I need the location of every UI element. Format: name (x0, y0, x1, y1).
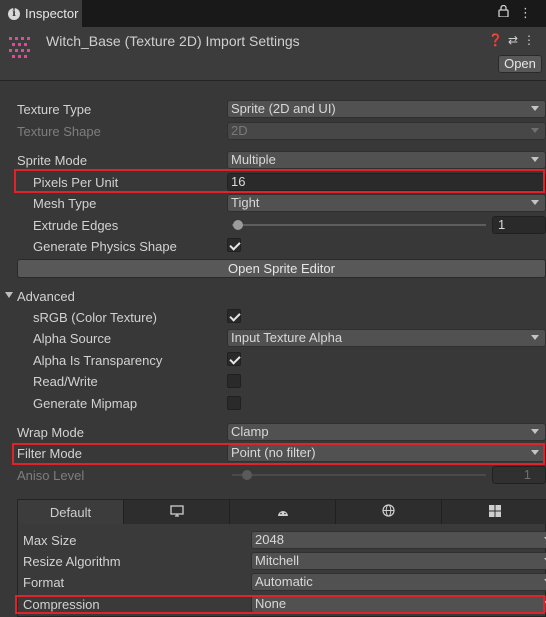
filter-mode-value: Point (no filter) (231, 445, 316, 460)
windows-icon (488, 504, 501, 520)
extrude-edges-input[interactable]: 1 (492, 216, 546, 234)
format-value: Automatic (255, 574, 313, 589)
extrude-edges-label: Extrude Edges (33, 218, 119, 233)
generate-mipmap-checkbox[interactable] (227, 396, 241, 410)
inspector-tab[interactable]: i Inspector (0, 0, 82, 27)
open-button[interactable]: Open (498, 55, 542, 73)
read-write-checkbox[interactable] (227, 374, 241, 388)
inspector-tab-bar: i Inspector ⋮ (0, 0, 546, 27)
resize-algorithm-value: Mitchell (255, 553, 300, 568)
inspector-tab-label: Inspector (25, 6, 79, 21)
info-icon: i (8, 7, 20, 20)
tab-default[interactable]: Default (18, 500, 124, 524)
pixels-per-unit-label: Pixels Per Unit (33, 175, 119, 190)
tab-standalone[interactable] (124, 500, 230, 524)
presets-icon[interactable]: ⇄ (508, 33, 523, 47)
divider (0, 80, 546, 81)
max-size-label: Max Size (23, 533, 77, 548)
tab-actions: ⋮ (498, 4, 538, 21)
platform-settings-panel: Default Max Size 2048 Resize Algorithm M… (17, 499, 546, 617)
globe-icon (382, 504, 395, 520)
sprite-mode-value: Multiple (231, 152, 276, 167)
texture-type-label: Texture Type (17, 102, 92, 117)
generate-physics-shape-label: Generate Physics Shape (33, 239, 177, 254)
srgb-checkbox[interactable] (227, 309, 241, 323)
sprite-mode-dropdown[interactable]: Multiple (227, 151, 546, 169)
chevron-down-icon (531, 335, 539, 340)
foldout-arrow-icon[interactable] (5, 292, 13, 298)
mesh-type-value: Tight (231, 195, 260, 210)
chevron-down-icon (531, 128, 539, 133)
open-sprite-editor-button[interactable]: Open Sprite Editor (17, 259, 546, 278)
chevron-down-icon (531, 429, 539, 434)
compression-dropdown[interactable]: None (251, 595, 546, 613)
header-actions: ❓⇄⋮ (488, 33, 540, 47)
help-icon[interactable]: ❓ (488, 33, 508, 47)
read-write-label: Read/Write (33, 374, 98, 389)
advanced-foldout-label[interactable]: Advanced (17, 289, 75, 304)
texture-type-dropdown[interactable]: Sprite (2D and UI) (227, 100, 546, 118)
alpha-is-transparency-checkbox[interactable] (227, 352, 241, 366)
tab-default-label: Default (49, 504, 92, 520)
wrap-mode-dropdown[interactable]: Clamp (227, 423, 546, 441)
chevron-down-icon (531, 200, 539, 205)
kebab-menu-icon[interactable]: ⋮ (523, 33, 540, 47)
wrap-mode-label: Wrap Mode (17, 425, 84, 440)
pixels-per-unit-input[interactable]: 16 (227, 173, 546, 191)
filter-mode-dropdown[interactable]: Point (no filter) (227, 444, 546, 462)
texture-shape-label: Texture Shape (17, 124, 101, 139)
srgb-label: sRGB (Color Texture) (33, 310, 158, 325)
resize-algorithm-label: Resize Algorithm (23, 554, 121, 569)
tab-webgl[interactable] (336, 500, 442, 524)
chevron-down-icon (531, 450, 539, 455)
compression-value: None (255, 596, 287, 611)
platform-tabs: Default (18, 500, 546, 524)
generate-mipmap-label: Generate Mipmap (33, 396, 138, 411)
extrude-edges-slider-handle[interactable] (233, 220, 243, 230)
alpha-is-transparency-label: Alpha Is Transparency (33, 353, 163, 368)
aniso-level-input: 1 (492, 466, 546, 484)
android-icon (276, 505, 290, 520)
texture-shape-value: 2D (231, 123, 248, 138)
tab-windows[interactable] (442, 500, 546, 524)
asset-header: Witch_Base (Texture 2D) Import Settings … (0, 27, 546, 80)
kebab-menu-icon[interactable]: ⋮ (519, 5, 538, 20)
resize-algorithm-dropdown[interactable]: Mitchell (251, 552, 546, 570)
filter-mode-label: Filter Mode (17, 446, 83, 461)
max-size-dropdown[interactable]: 2048 (251, 531, 546, 549)
texture-icon (7, 35, 31, 61)
mesh-type-label: Mesh Type (33, 196, 97, 211)
tab-android[interactable] (230, 500, 336, 524)
aniso-level-label: Aniso Level (17, 468, 85, 483)
mesh-type-dropdown[interactable]: Tight (227, 194, 546, 212)
compression-label: Compression (23, 597, 100, 612)
chevron-down-icon (531, 157, 539, 162)
texture-type-value: Sprite (2D and UI) (231, 101, 336, 116)
alpha-source-value: Input Texture Alpha (231, 330, 343, 345)
aniso-level-slider-handle (242, 470, 252, 480)
lock-icon[interactable] (498, 4, 519, 20)
sprite-mode-label: Sprite Mode (17, 153, 88, 168)
texture-shape-dropdown: 2D (227, 122, 546, 140)
alpha-source-dropdown[interactable]: Input Texture Alpha (227, 329, 546, 347)
max-size-value: 2048 (255, 532, 284, 547)
format-dropdown[interactable]: Automatic (251, 573, 546, 591)
asset-title: Witch_Base (Texture 2D) Import Settings (46, 33, 300, 49)
generate-physics-shape-checkbox[interactable] (227, 238, 241, 252)
wrap-mode-value: Clamp (231, 424, 269, 439)
monitor-icon (169, 504, 184, 520)
aniso-level-slider-track (232, 474, 486, 476)
extrude-edges-slider-track[interactable] (232, 224, 486, 226)
chevron-down-icon (531, 106, 539, 111)
format-label: Format (23, 575, 65, 590)
alpha-source-label: Alpha Source (33, 331, 112, 346)
